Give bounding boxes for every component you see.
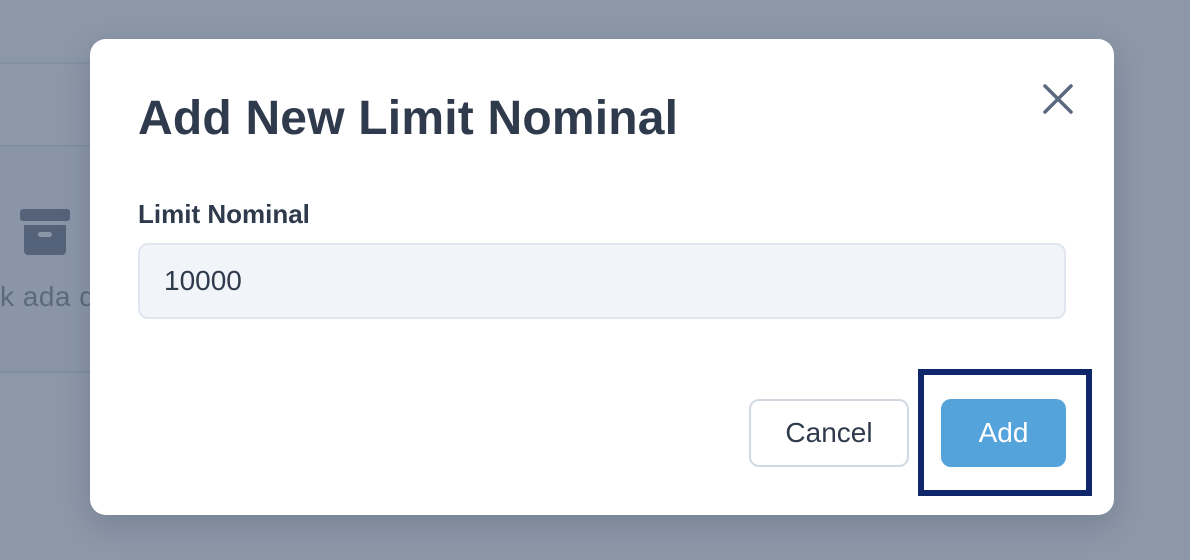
limit-nominal-input[interactable] [138, 243, 1066, 319]
close-button[interactable] [1036, 77, 1080, 121]
dialog-title: Add New Limit Nominal [138, 92, 679, 145]
add-limit-dialog: Add New Limit Nominal Limit Nominal Canc… [90, 39, 1114, 515]
limit-nominal-label: Limit Nominal [138, 199, 310, 229]
cancel-button[interactable]: Cancel [749, 399, 909, 467]
close-icon [1043, 84, 1073, 114]
add-button[interactable]: Add [941, 399, 1066, 467]
